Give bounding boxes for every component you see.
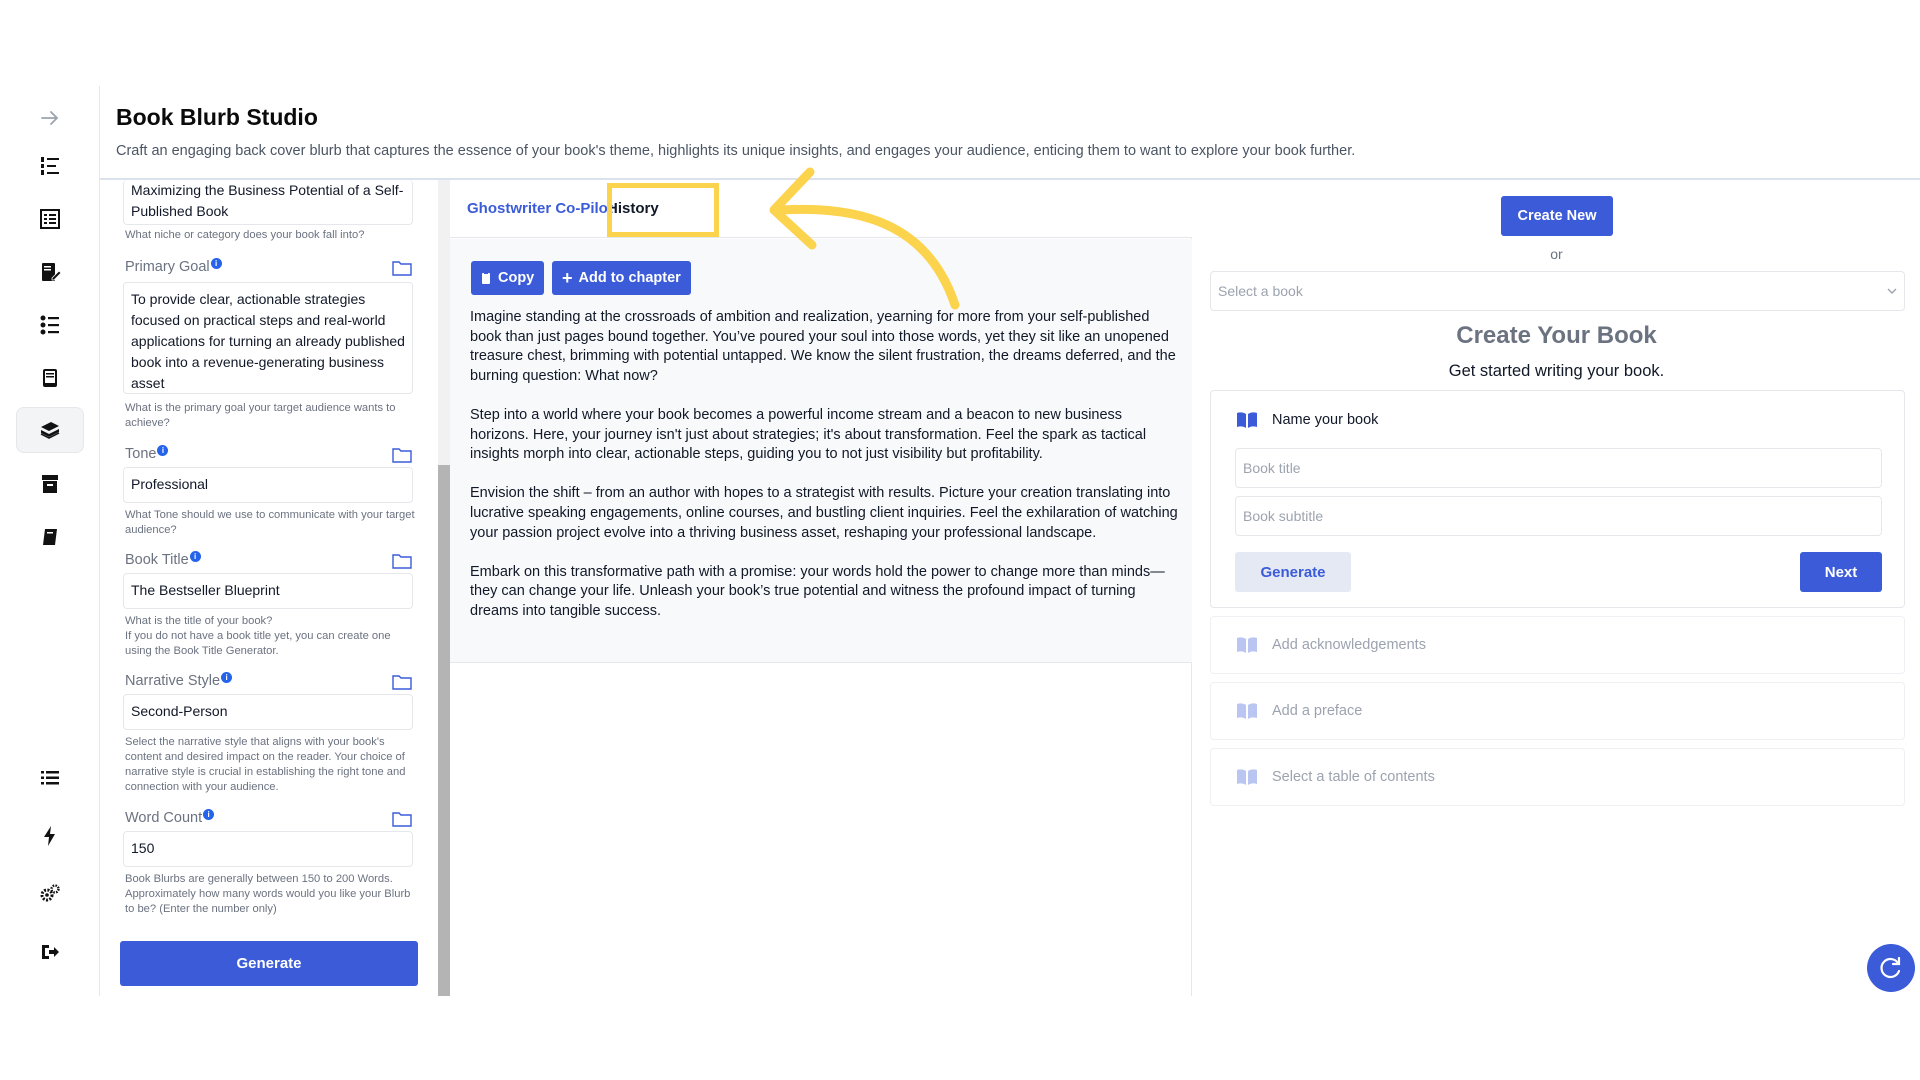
- arrow-right-icon[interactable]: [30, 98, 70, 138]
- card-generate-button[interactable]: Generate: [1235, 552, 1351, 592]
- info-icon: i: [189, 550, 201, 562]
- scrollbar-thumb[interactable]: [438, 465, 450, 996]
- info-icon: i: [157, 444, 169, 456]
- word-count-label: Word Count i: [125, 808, 215, 826]
- tab-ghostwriter-copilot[interactable]: Ghostwriter Co-Pilot: [467, 200, 613, 217]
- book-title-label: Book Title i: [125, 550, 201, 568]
- book-subtitle-input[interactable]: Book subtitle: [1235, 496, 1882, 536]
- pointer-arrow-icon: [769, 167, 960, 310]
- or-separator: or: [1550, 246, 1563, 262]
- edit-book-icon[interactable]: [30, 252, 70, 292]
- step-label: Select a table of contents: [1272, 769, 1435, 785]
- info-icon: i: [210, 257, 222, 269]
- niche-field[interactable]: Maximizing the Business Potential of a S…: [123, 180, 413, 225]
- next-button[interactable]: Next: [1800, 552, 1882, 592]
- chevron-down-icon: [1887, 288, 1897, 294]
- logout-icon[interactable]: [30, 932, 70, 972]
- copy-icon: [482, 271, 490, 284]
- gears-icon[interactable]: [30, 874, 70, 914]
- list-icon[interactable]: [30, 758, 70, 798]
- open-book-icon: [1237, 703, 1257, 719]
- blurb-paragraph: Imagine standing at the crossroads of am…: [470, 309, 1176, 384]
- create-book-title: Create Your Book: [1456, 322, 1657, 349]
- info-icon: i: [203, 808, 215, 820]
- copy-button-label: Copy: [498, 270, 535, 286]
- history-highlight-box: [607, 183, 719, 237]
- bolt-icon[interactable]: [30, 816, 70, 856]
- folder-icon[interactable]: [392, 811, 412, 827]
- copy-button[interactable]: Copy: [471, 261, 545, 295]
- name-book-label: Name your book: [1272, 412, 1379, 428]
- numbered-list-icon[interactable]: [30, 146, 70, 186]
- narrative-style-field[interactable]: Second-Person: [123, 694, 413, 730]
- word-count-field[interactable]: 150: [123, 831, 413, 867]
- icon-rail: [0, 86, 100, 996]
- help-chat-button[interactable]: [1867, 944, 1915, 992]
- notebook-icon[interactable]: [30, 517, 70, 557]
- create-new-button[interactable]: Create New: [1501, 196, 1613, 236]
- step-table-of-contents[interactable]: Select a table of contents: [1210, 748, 1905, 806]
- archive-icon[interactable]: [30, 464, 70, 504]
- folder-icon[interactable]: [392, 674, 412, 690]
- page-title: Book Blurb Studio: [116, 104, 318, 130]
- primary-goal-field[interactable]: To provide clear, actionable strategies …: [123, 282, 413, 394]
- blurb-paragraph: Embark on this transformative path with …: [470, 563, 1165, 619]
- book-title-field[interactable]: The Bestseller Blueprint: [123, 573, 413, 609]
- add-to-chapter-button[interactable]: + Add to chapter: [552, 261, 691, 295]
- open-book-icon: [1237, 637, 1257, 653]
- open-book-icon: [1237, 769, 1257, 785]
- generate-button[interactable]: Generate: [120, 941, 418, 986]
- blurb-form: Maximizing the Business Potential of a S…: [100, 180, 438, 996]
- blurb-paragraph: Step into a world where your book become…: [470, 406, 1147, 463]
- form-scrollbar[interactable]: [438, 180, 450, 996]
- folder-icon[interactable]: [392, 260, 412, 276]
- plus-icon: +: [562, 268, 573, 288]
- refresh-spinner-icon: [1880, 956, 1901, 979]
- blurb-text: Imagine standing at the crossroads of am…: [470, 308, 1182, 641]
- page-subtitle: Craft an engaging back cover blurb that …: [116, 143, 1356, 159]
- select-book-placeholder: Select a book: [1218, 283, 1303, 299]
- word-count-help: Book Blurbs are generally between 150 to…: [125, 873, 411, 915]
- add-to-chapter-label: Add to chapter: [578, 270, 681, 286]
- step-preface[interactable]: Add a preface: [1210, 682, 1905, 740]
- create-book-subtitle: Get started writing your book.: [1448, 362, 1665, 380]
- book-device-icon[interactable]: [30, 358, 70, 398]
- step-acknowledgements[interactable]: Add acknowledgements: [1210, 616, 1905, 674]
- info-icon: i: [221, 671, 233, 683]
- name-book-card: Name your book Book title Book subtitle …: [1210, 390, 1905, 608]
- select-book-dropdown[interactable]: Select a book: [1210, 271, 1905, 311]
- step-label: Add acknowledgements: [1272, 637, 1426, 653]
- book-title-placeholder: Book title: [1243, 460, 1301, 476]
- narrative-style-label: Narrative Style i: [125, 671, 233, 689]
- primary-goal-help: What is the primary goal your target aud…: [125, 402, 396, 429]
- book-title-input[interactable]: Book title: [1235, 448, 1882, 488]
- primary-goal-label: Primary Goal i: [125, 257, 222, 275]
- ledger-icon[interactable]: [30, 199, 70, 239]
- books-stack-icon[interactable]: [16, 407, 84, 453]
- book-subtitle-placeholder: Book subtitle: [1243, 508, 1324, 524]
- tone-help: What Tone should we use to communicate w…: [125, 509, 415, 536]
- tone-field[interactable]: Professional: [123, 467, 413, 503]
- book-title-help: What is the title of your book? If you d…: [125, 615, 391, 657]
- step-label: Add a preface: [1272, 703, 1363, 719]
- blurb-paragraph: Envision the shift – from an author with…: [470, 485, 1178, 541]
- open-book-icon: [1237, 412, 1257, 428]
- folder-icon[interactable]: [392, 447, 412, 463]
- niche-help: What niche or category does your book fa…: [125, 229, 365, 241]
- name-book-header: Name your book: [1236, 411, 1378, 429]
- checklist-icon[interactable]: [30, 305, 70, 345]
- create-book-panel: Create New or Select a book Create Your …: [1193, 180, 1920, 996]
- folder-icon[interactable]: [392, 553, 412, 569]
- narrative-style-help: Select the narrative style that aligns w…: [125, 736, 406, 793]
- tone-label: Tone i: [125, 444, 169, 462]
- app-window: Book Blurb Studio Craft an engaging back…: [0, 0, 1920, 1080]
